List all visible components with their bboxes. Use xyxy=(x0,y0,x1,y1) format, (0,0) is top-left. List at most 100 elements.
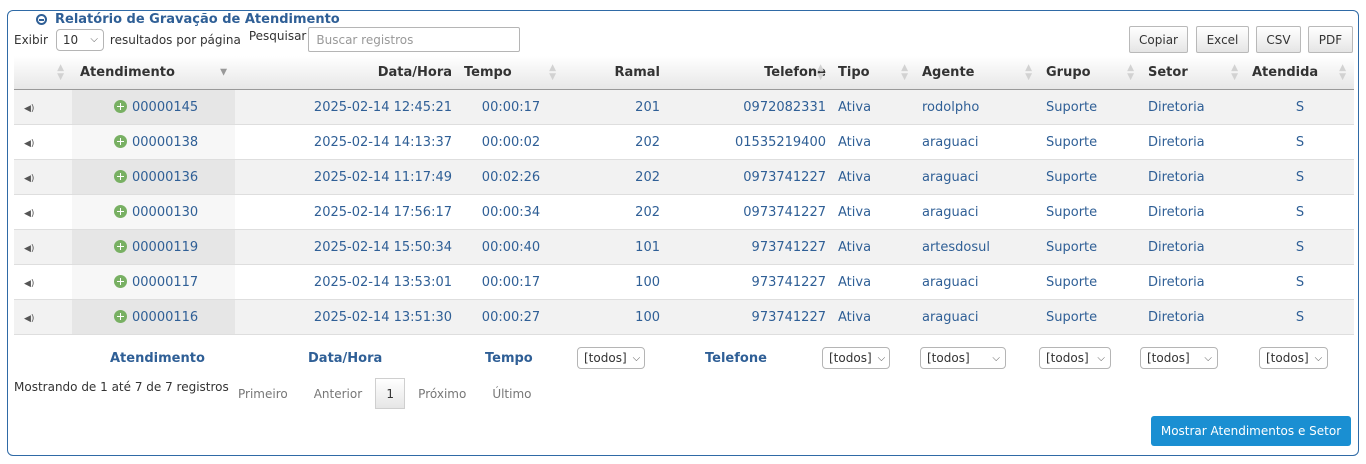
filter-grupo-select[interactable]: [todos] ⌵ xyxy=(1039,347,1111,369)
search-label: Pesquisar xyxy=(248,29,307,43)
atendida-cell: S xyxy=(1246,159,1354,195)
audio-cell[interactable]: ◀) xyxy=(14,264,72,300)
atendimento-value[interactable]: 00000116 xyxy=(132,310,198,325)
audio-cell[interactable]: ◀) xyxy=(14,124,72,160)
plus-circle-icon[interactable] xyxy=(114,239,127,253)
sort-icon: ▲ ▼ xyxy=(1231,62,1238,82)
first-page-button[interactable]: Primeiro xyxy=(238,387,288,401)
header-ramal[interactable]: Ramal xyxy=(564,56,666,90)
speaker-icon[interactable]: ◀) xyxy=(24,279,34,289)
atendimento-value[interactable]: 00000117 xyxy=(132,275,198,290)
footer-data-hora: Data/Hora xyxy=(308,350,383,366)
atendimento-cell[interactable]: 00000136 xyxy=(72,159,235,195)
plus-circle-icon[interactable] xyxy=(114,274,127,288)
audio-cell[interactable]: ◀) xyxy=(14,229,72,265)
copy-button[interactable]: Copiar xyxy=(1129,26,1188,53)
grupo-cell: Suporte xyxy=(1040,124,1142,160)
audio-cell[interactable]: ◀) xyxy=(14,299,72,335)
setor-cell: Diretoria xyxy=(1142,264,1246,300)
atendimento-value[interactable]: 00000145 xyxy=(132,100,198,115)
plus-circle-icon[interactable] xyxy=(114,134,127,148)
show-attendances-sector-button[interactable]: Mostrar Atendimentos e Setor xyxy=(1151,416,1351,446)
atendimento-value[interactable]: 00000119 xyxy=(132,240,198,255)
table-row: ◀) 00000116 2025-02-14 13:51:30 00:00:27 100… xyxy=(14,299,1354,335)
speaker-icon[interactable]: ◀) xyxy=(24,209,34,219)
atendimento-value[interactable]: 00000130 xyxy=(132,205,198,220)
telefone-cell: 0972082331 xyxy=(666,89,832,125)
telefone-cell: 973741227 xyxy=(666,264,832,300)
minus-circle-icon[interactable] xyxy=(36,14,47,25)
search-input[interactable]: Buscar registros xyxy=(308,27,521,52)
tipo-cell: Ativa xyxy=(832,299,916,335)
audio-cell[interactable]: ◀) xyxy=(14,194,72,230)
audio-cell[interactable]: ◀) xyxy=(14,159,72,195)
atendimento-value[interactable]: 00000136 xyxy=(132,170,198,185)
table-row: ◀) 00000130 2025-02-14 17:56:17 00:00:34 202… xyxy=(14,194,1354,230)
data-hora-cell: 2025-02-14 13:51:30 xyxy=(235,299,458,335)
excel-button[interactable]: Excel xyxy=(1196,26,1249,53)
page-size-select[interactable]: 10 ⌵ xyxy=(55,28,104,51)
filter-agente-select[interactable]: [todos] ⌵ xyxy=(920,347,1006,369)
audio-cell[interactable]: ◀) xyxy=(14,89,72,125)
sort-icon: ▲ ▼ xyxy=(1339,62,1346,82)
last-page-button[interactable]: Último xyxy=(492,387,531,401)
length-and-search: Exibir 10 ⌵ resultados por página Pesqui… xyxy=(14,27,521,52)
atendimento-cell[interactable]: 00000117 xyxy=(72,264,235,300)
speaker-icon[interactable]: ◀) xyxy=(24,174,34,184)
tempo-cell: 00:00:17 xyxy=(458,89,564,125)
csv-button[interactable]: CSV xyxy=(1256,26,1301,53)
header-setor[interactable]: Setor ▲ ▼ xyxy=(1142,56,1246,90)
setor-cell: Diretoria xyxy=(1142,124,1246,160)
atendimento-cell[interactable]: 00000138 xyxy=(72,124,235,160)
agente-cell: artesdosul xyxy=(916,229,1040,265)
sort-icon: ▲ ▼ xyxy=(549,62,556,82)
pdf-button[interactable]: PDF xyxy=(1308,26,1353,53)
plus-circle-icon[interactable] xyxy=(114,169,127,183)
filter-tipo-select[interactable]: [todos] ⌵ xyxy=(822,347,890,369)
header-tempo[interactable]: Tempo ▲ ▼ xyxy=(458,56,564,90)
header-telefone[interactable]: Telefone ▲ ▼ xyxy=(666,56,832,90)
telefone-cell: 973741227 xyxy=(666,229,832,265)
table-row: ◀) 00000119 2025-02-14 15:50:34 00:00:40 101… xyxy=(14,229,1354,265)
grupo-cell: Suporte xyxy=(1040,264,1142,300)
tipo-cell: Ativa xyxy=(832,159,916,195)
plus-circle-icon[interactable] xyxy=(114,309,127,323)
show-label: Exibir xyxy=(14,32,48,47)
current-page-button[interactable]: 1 xyxy=(375,378,406,409)
agente-cell: araguaci xyxy=(916,194,1040,230)
atendida-cell: S xyxy=(1246,194,1354,230)
agente-cell: araguaci xyxy=(916,299,1040,335)
agente-cell: rodolpho xyxy=(916,89,1040,125)
filter-setor-select[interactable]: [todos] ⌵ xyxy=(1140,347,1218,369)
speaker-icon[interactable]: ◀) xyxy=(24,244,34,254)
header-atendimento[interactable]: Atendimento ▼ xyxy=(72,56,235,90)
atendida-cell: S xyxy=(1246,229,1354,265)
atendimento-value[interactable]: 00000138 xyxy=(132,135,198,150)
header-tipo[interactable]: Tipo ▲ ▼ xyxy=(832,56,916,90)
filter-ramal-select[interactable]: [todos] ⌵ xyxy=(577,347,645,369)
next-page-button[interactable]: Próximo xyxy=(418,387,466,401)
previous-page-button[interactable]: Anterior xyxy=(314,387,362,401)
header-agente[interactable]: Agente ▲ ▼ xyxy=(916,56,1040,90)
filter-atendida-select[interactable]: [todos] ⌵ xyxy=(1259,347,1328,369)
panel-legend[interactable]: Relatório de Gravação de Atendimento xyxy=(30,12,346,27)
atendimento-cell[interactable]: 00000116 xyxy=(72,299,235,335)
speaker-icon[interactable]: ◀) xyxy=(24,104,34,114)
atendimento-cell[interactable]: 00000130 xyxy=(72,194,235,230)
header-audio[interactable]: ▲ ▼ xyxy=(14,56,72,90)
plus-circle-icon[interactable] xyxy=(114,99,127,113)
speaker-icon[interactable]: ◀) xyxy=(24,139,34,149)
speaker-icon[interactable]: ◀) xyxy=(24,314,34,324)
header-data-hora[interactable]: Data/Hora xyxy=(235,56,458,90)
grupo-cell: Suporte xyxy=(1040,89,1142,125)
ramal-cell: 202 xyxy=(564,194,666,230)
atendimento-cell[interactable]: 00000119 xyxy=(72,229,235,265)
plus-circle-icon[interactable] xyxy=(114,204,127,218)
sort-icon: ▲ ▼ xyxy=(57,62,64,82)
atendimento-cell[interactable]: 00000145 xyxy=(72,89,235,125)
setor-cell: Diretoria xyxy=(1142,89,1246,125)
header-grupo[interactable]: Grupo ▲ ▼ xyxy=(1040,56,1142,90)
table-row: ◀) 00000117 2025-02-14 13:53:01 00:00:17 100… xyxy=(14,264,1354,300)
header-atendida[interactable]: Atendida ▲ ▼ xyxy=(1246,56,1354,90)
grupo-cell: Suporte xyxy=(1040,194,1142,230)
